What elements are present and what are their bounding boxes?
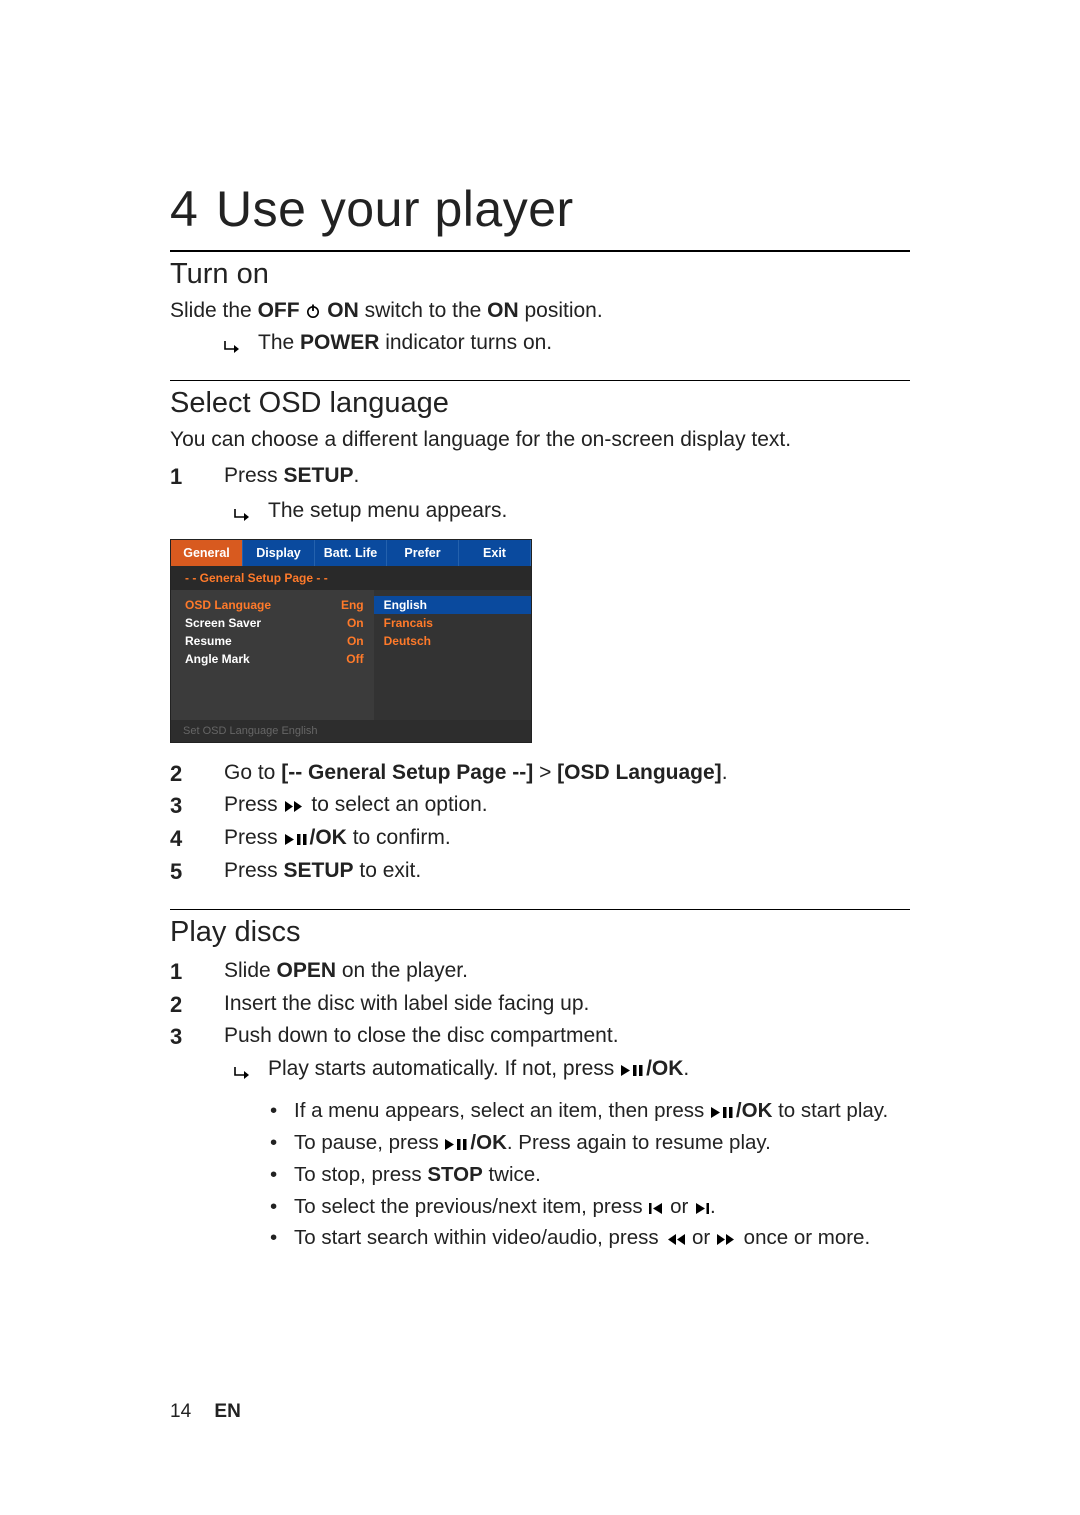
osd-tab-prefer: Prefer	[387, 540, 459, 566]
turn-on-line: Slide the OFF ON switch to the ON positi…	[170, 297, 910, 325]
play-bullet-5: To start search within video/audio, pres…	[270, 1222, 910, 1254]
osd-step-5: 5 Press SETUP to exit.	[170, 855, 910, 888]
chapter-number: 4	[170, 180, 216, 238]
osd-row-angle-mark: Angle MarkOff	[185, 650, 364, 668]
osd-step-4: 4 Press /OK to confirm.	[170, 822, 910, 855]
play-bullet-4: To select the previous/next item, press …	[270, 1191, 910, 1223]
play-pause-icon	[710, 1106, 736, 1119]
play-bullets: If a menu appears, select an item, then …	[270, 1095, 910, 1254]
osd-tab-exit: Exit	[459, 540, 531, 566]
play-bullet-2: To pause, press /OK. Press again to resu…	[270, 1127, 910, 1159]
chapter-title-text: Use your player	[216, 181, 574, 237]
osd-menu-screenshot: General Display Batt. Life Prefer Exit -…	[170, 539, 532, 743]
divider	[170, 250, 910, 252]
section-title-play-discs: Play discs	[170, 916, 910, 949]
osd-left-panel: OSD LanguageEng Screen SaverOn ResumeOn …	[171, 590, 374, 720]
section-title-osd: Select OSD language	[170, 387, 910, 420]
rewind-icon	[664, 1233, 686, 1246]
osd-subhead: - - General Setup Page - -	[171, 566, 531, 590]
footer-lang: EN	[214, 1401, 240, 1422]
play-step-2: 2Insert the disc with label side facing …	[170, 988, 910, 1021]
osd-lang-deutsch: Deutsch	[384, 632, 521, 650]
fast-forward-icon	[716, 1233, 738, 1246]
osd-row-resume: ResumeOn	[185, 632, 364, 650]
turn-on-result: The POWER indicator turns on.	[170, 329, 910, 357]
play-bullet-1: If a menu appears, select an item, then …	[270, 1095, 910, 1127]
osd-intro: You can choose a different language for …	[170, 426, 910, 454]
osd-steps-cont: 2 Go to [-- General Setup Page --] > [OS…	[170, 757, 910, 887]
play-step3-result: Play starts automatically. If not, press…	[224, 1053, 910, 1086]
osd-row-screen-saver: Screen SaverOn	[185, 614, 364, 632]
play-step-3: 3Push down to close the disc compartment…	[170, 1020, 910, 1085]
osd-tab-battlife: Batt. Life	[315, 540, 387, 566]
next-track-icon	[694, 1202, 710, 1215]
play-pause-icon	[620, 1064, 646, 1077]
osd-lang-english: English	[374, 596, 531, 614]
play-step-1: 1 Slide OPEN on the player.	[170, 955, 910, 988]
osd-steps: 1 Press SETUP. The setup menu appears.	[170, 460, 910, 525]
divider	[170, 380, 910, 381]
osd-lang-francais: Francais	[384, 614, 521, 632]
osd-step-1: 1 Press SETUP. The setup menu appears.	[170, 460, 910, 525]
osd-tabs: General Display Batt. Life Prefer Exit	[171, 540, 531, 566]
osd-hint: Set OSD Language English	[171, 720, 531, 742]
section-title-turn-on: Turn on	[170, 258, 910, 291]
power-icon	[305, 303, 321, 319]
play-bullet-3: To stop, press STOP twice.	[270, 1159, 910, 1191]
page-number: 14	[170, 1401, 191, 1422]
result-arrow-icon	[224, 332, 242, 360]
fast-forward-icon	[284, 800, 306, 813]
play-pause-icon	[444, 1138, 470, 1151]
osd-step-3: 3 Press to select an option.	[170, 789, 910, 822]
osd-step-2: 2 Go to [-- General Setup Page --] > [OS…	[170, 757, 910, 790]
play-steps: 1 Slide OPEN on the player. 2Insert the …	[170, 955, 910, 1085]
divider	[170, 909, 910, 910]
osd-tab-display: Display	[243, 540, 315, 566]
osd-tab-general: General	[171, 540, 243, 566]
previous-track-icon	[648, 1202, 664, 1215]
osd-right-panel: English Francais Deutsch	[374, 590, 531, 720]
osd-row-osd-language: OSD LanguageEng	[185, 596, 364, 614]
manual-page: 4Use your player Turn on Slide the OFF O…	[0, 0, 1080, 1515]
result-arrow-icon	[234, 500, 252, 528]
chapter-title: 4Use your player	[170, 180, 910, 238]
osd-step1-result: The setup menu appears.	[224, 497, 910, 525]
play-pause-icon	[284, 833, 310, 846]
result-arrow-icon	[234, 1056, 252, 1089]
page-footer: 14 EN	[170, 1401, 241, 1423]
